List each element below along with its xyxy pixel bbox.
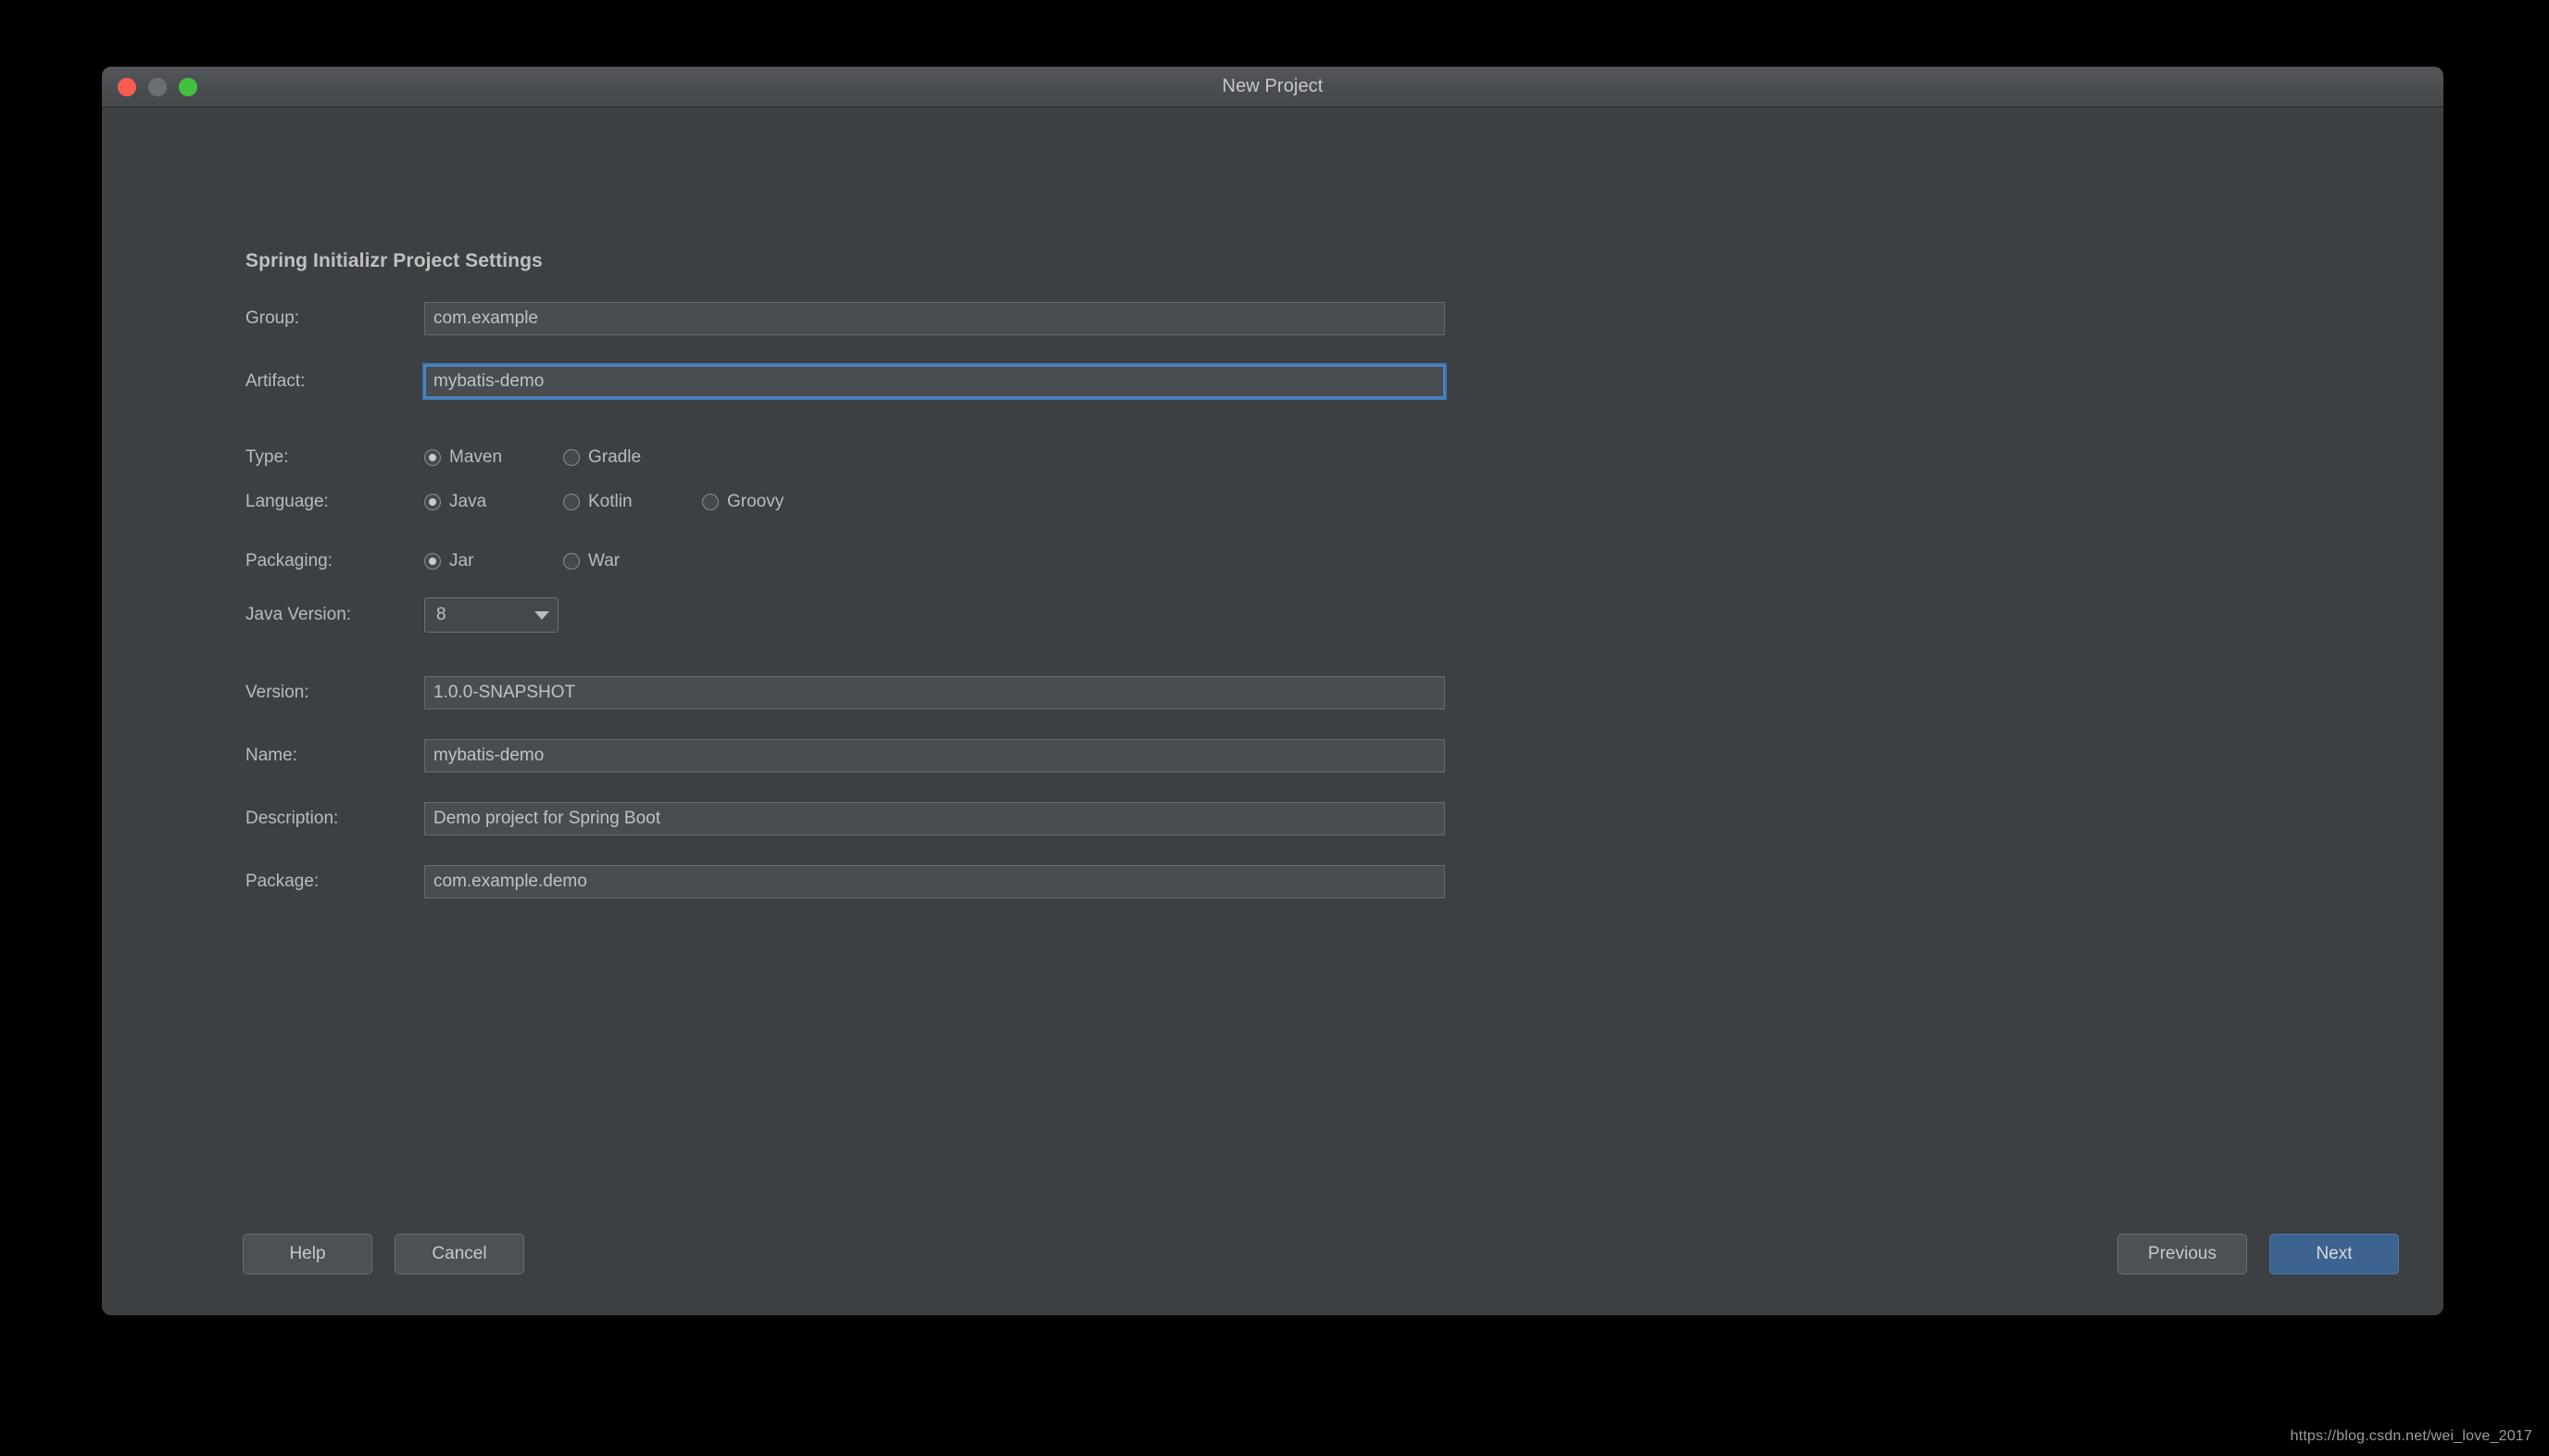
dialog-content: Spring Initializr Project Settings Group… — [102, 107, 2443, 1315]
radio-language-kotlin-label: Kotlin — [588, 492, 633, 511]
type-radio-group: Maven Gradle — [424, 447, 641, 468]
radio-unselected-icon — [563, 553, 580, 570]
radio-unselected-icon — [702, 494, 719, 510]
window-titlebar[interactable]: New Project — [102, 67, 2443, 107]
radio-type-maven[interactable]: Maven — [424, 447, 563, 468]
radio-language-groovy-label: Groovy — [727, 492, 785, 511]
radio-packaging-war[interactable]: War — [563, 551, 620, 571]
radio-language-groovy[interactable]: Groovy — [702, 492, 784, 512]
packaging-label: Packaging: — [245, 551, 333, 571]
radio-unselected-icon — [563, 494, 580, 510]
name-label: Name: — [245, 746, 297, 765]
group-input[interactable]: com.example — [424, 302, 1445, 335]
next-button[interactable]: Next — [2269, 1234, 2399, 1274]
radio-selected-icon — [424, 553, 441, 570]
radio-language-kotlin[interactable]: Kotlin — [563, 492, 702, 512]
radio-language-java-label: Java — [449, 492, 487, 511]
form-row-description: Description: Demo project for Spring Boo… — [245, 802, 1445, 835]
radio-language-java[interactable]: Java — [424, 492, 563, 512]
java-version-label: Java Version: — [245, 605, 352, 624]
watermark-url: https://blog.csdn.net/wei_love_2017 — [2290, 1428, 2532, 1444]
language-radio-group: Java Kotlin Groovy — [424, 492, 784, 512]
form-row-java-version: Java Version: 8 — [245, 597, 559, 633]
form-row-package: Package: com.example.demo — [245, 865, 1445, 898]
package-input[interactable]: com.example.demo — [424, 865, 1445, 898]
cancel-button[interactable]: Cancel — [395, 1234, 524, 1274]
java-version-select[interactable]: 8 — [424, 597, 559, 633]
close-window-button[interactable] — [118, 78, 136, 96]
package-label: Package: — [245, 872, 320, 891]
language-label: Language: — [245, 492, 329, 511]
group-label: Group: — [245, 308, 300, 328]
footer-left-buttons: Help Cancel — [243, 1234, 524, 1274]
description-input[interactable]: Demo project for Spring Boot — [424, 802, 1445, 835]
version-label: Version: — [245, 683, 309, 702]
description-label: Description: — [245, 809, 339, 828]
radio-type-maven-label: Maven — [449, 447, 503, 467]
new-project-dialog-window: New Project Spring Initializr Project Se… — [102, 67, 2443, 1315]
form-row-artifact: Artifact: mybatis-demo — [245, 363, 1447, 400]
form-row-version: Version: 1.0.0-SNAPSHOT — [245, 676, 1445, 709]
window-title: New Project — [1222, 76, 1324, 96]
packaging-radio-group: Jar War — [424, 551, 620, 571]
previous-button[interactable]: Previous — [2117, 1234, 2247, 1274]
radio-type-gradle[interactable]: Gradle — [563, 447, 641, 468]
radio-type-gradle-label: Gradle — [588, 447, 642, 467]
form-row-name: Name: mybatis-demo — [245, 739, 1445, 772]
form-row-type: Type: Maven Gradle — [245, 441, 641, 474]
form-row-group: Group: com.example — [245, 302, 1445, 335]
version-input[interactable]: 1.0.0-SNAPSHOT — [424, 676, 1445, 709]
page-title: Spring Initializr Project Settings — [245, 250, 543, 271]
help-button[interactable]: Help — [243, 1234, 372, 1274]
maximize-window-button[interactable] — [179, 78, 197, 96]
footer-right-buttons: Previous Next — [2117, 1234, 2399, 1274]
radio-packaging-jar-label: Jar — [449, 551, 474, 571]
radio-selected-icon — [424, 494, 441, 510]
chevron-down-icon — [534, 610, 549, 620]
radio-packaging-war-label: War — [588, 551, 621, 571]
artifact-input[interactable]: mybatis-demo — [422, 363, 1447, 400]
form-row-packaging: Packaging: Jar War — [245, 545, 620, 578]
radio-selected-icon — [424, 449, 441, 466]
minimize-window-button[interactable] — [148, 78, 167, 96]
radio-packaging-jar[interactable]: Jar — [424, 551, 563, 571]
java-version-value: 8 — [436, 605, 446, 624]
radio-unselected-icon — [563, 449, 580, 466]
window-controls — [118, 67, 197, 107]
artifact-label: Artifact: — [245, 371, 306, 391]
name-input[interactable]: mybatis-demo — [424, 739, 1445, 772]
form-row-language: Language: Java Kotlin Groovy — [245, 485, 784, 519]
type-label: Type: — [245, 447, 289, 467]
